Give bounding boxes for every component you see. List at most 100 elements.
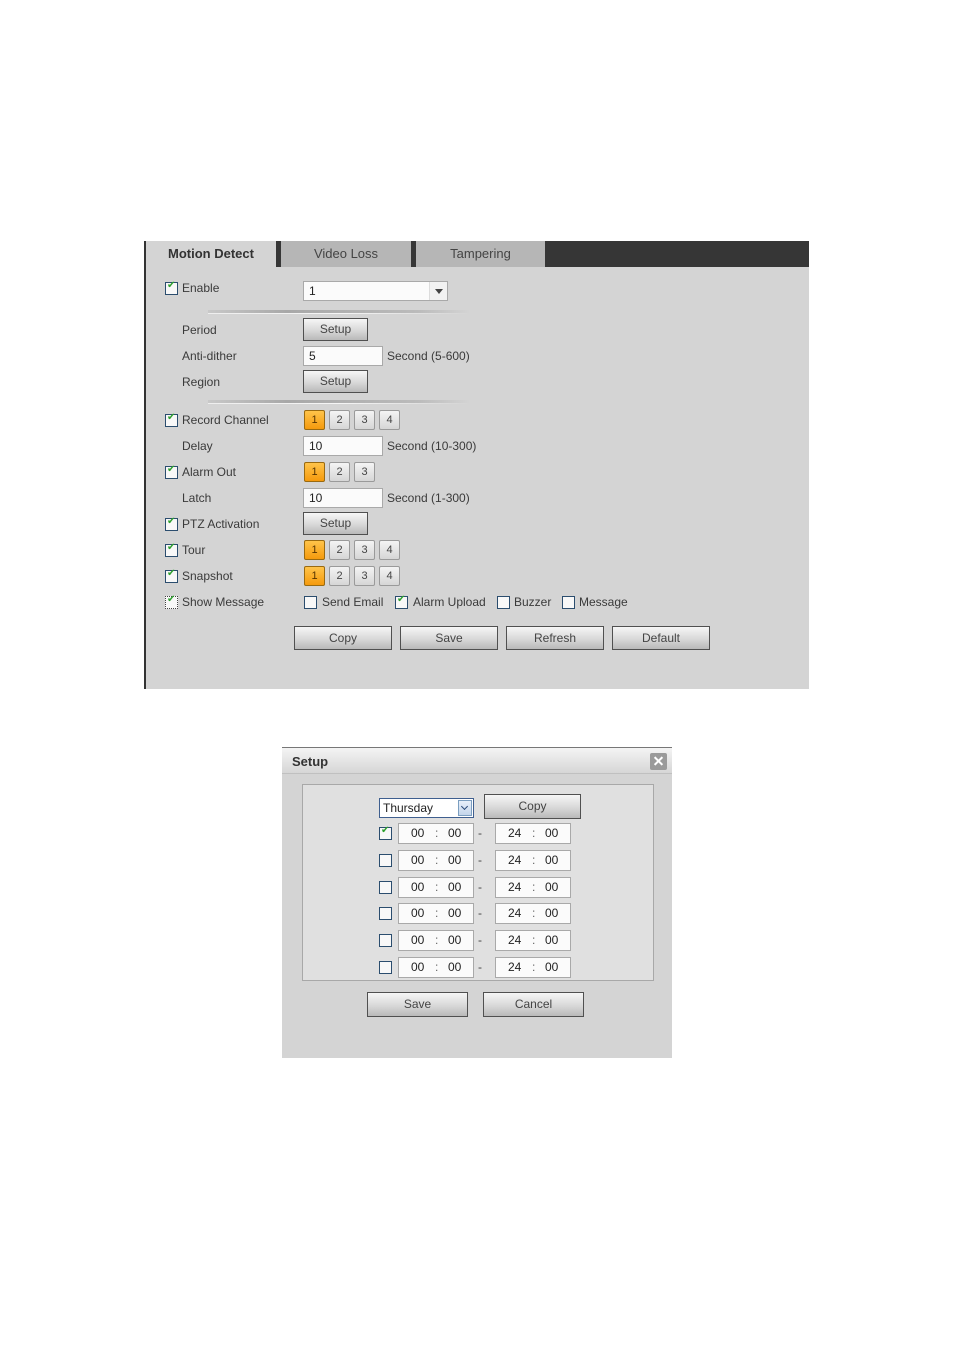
snapshot-2[interactable]: 2 — [329, 566, 350, 586]
snapshot-checkbox[interactable] — [165, 568, 178, 583]
alarm-out-2[interactable]: 2 — [329, 462, 350, 482]
start-minute[interactable]: 00 — [448, 826, 461, 840]
period-label: Period — [182, 323, 217, 337]
tour-2[interactable]: 2 — [329, 540, 350, 560]
period-end-time[interactable]: 24:00 — [495, 849, 571, 871]
end-minute[interactable]: 00 — [545, 880, 558, 894]
time-separator: : — [532, 879, 536, 894]
start-hour[interactable]: 00 — [411, 826, 424, 840]
period-end-time[interactable]: 24:00 — [495, 930, 571, 952]
chevron-down-icon — [429, 282, 447, 300]
end-hour[interactable]: 24 — [508, 933, 521, 947]
start-hour[interactable]: 00 — [411, 933, 424, 947]
range-dash: - — [478, 933, 482, 948]
time-separator: : — [435, 906, 439, 921]
dialog-save-button[interactable]: Save — [367, 992, 468, 1017]
period-setup-button[interactable]: Setup — [303, 318, 368, 341]
period-start-time[interactable]: 00:00 — [398, 957, 474, 978]
period-end-time[interactable]: 24:00 — [495, 876, 571, 898]
end-hour[interactable]: 24 — [508, 880, 521, 894]
send-email-checkbox[interactable] — [304, 596, 317, 609]
end-hour[interactable]: 24 — [508, 960, 521, 974]
period-enable-checkbox[interactable] — [379, 961, 392, 974]
period-enable-checkbox[interactable] — [379, 853, 392, 867]
record-channel-4[interactable]: 4 — [379, 410, 400, 430]
period-enable-checkbox[interactable] — [379, 907, 392, 921]
start-hour[interactable]: 00 — [411, 960, 424, 974]
period-start-time[interactable]: 00:00 — [398, 903, 474, 925]
period-enable-checkbox[interactable] — [379, 934, 392, 948]
period-enable-checkbox[interactable] — [379, 880, 392, 894]
tab-video-loss[interactable]: Video Loss — [281, 241, 411, 267]
snapshot-4[interactable]: 4 — [379, 566, 400, 586]
start-minute[interactable]: 00 — [448, 880, 461, 894]
tour-1[interactable]: 1 — [304, 540, 325, 560]
period-start-time[interactable]: 00:00 — [398, 930, 474, 952]
refresh-button[interactable]: Refresh — [506, 626, 604, 650]
period-end-time[interactable]: 24:00 — [495, 823, 571, 844]
tour-3[interactable]: 3 — [354, 540, 375, 560]
end-hour[interactable]: 24 — [508, 906, 521, 920]
snapshot-1[interactable]: 1 — [304, 566, 325, 586]
alarm-upload-label: Alarm Upload — [413, 595, 486, 609]
start-hour[interactable]: 00 — [411, 880, 424, 894]
show-message-checkbox[interactable] — [165, 594, 178, 609]
record-channel-2[interactable]: 2 — [329, 410, 350, 430]
alarm-upload-checkbox[interactable] — [395, 594, 408, 609]
start-hour[interactable]: 00 — [411, 906, 424, 920]
alarm-out-3[interactable]: 3 — [354, 462, 375, 482]
default-button[interactable]: Default — [612, 626, 710, 650]
dialog-title: Setup — [292, 754, 329, 769]
channel-select-value: 1 — [309, 284, 316, 298]
dialog-cancel-button[interactable]: Cancel — [483, 992, 584, 1017]
dialog-copy-button[interactable]: Copy — [484, 794, 581, 819]
message-checkbox[interactable] — [562, 596, 575, 609]
range-dash: - — [478, 826, 482, 840]
tab-tampering[interactable]: Tampering — [416, 241, 545, 267]
record-channel-1[interactable]: 1 — [304, 410, 325, 430]
enable-checkbox[interactable] — [165, 280, 178, 295]
end-minute[interactable]: 00 — [545, 933, 558, 947]
save-button[interactable]: Save — [400, 626, 498, 650]
time-separator: : — [532, 826, 536, 840]
end-hour[interactable]: 24 — [508, 853, 521, 867]
end-minute[interactable]: 00 — [545, 853, 558, 867]
delay-input[interactable]: 10 — [303, 436, 383, 456]
end-hour[interactable]: 24 — [508, 826, 521, 840]
record-channel-checkbox[interactable] — [165, 412, 178, 427]
latch-input[interactable]: 10 — [303, 488, 383, 508]
tab-motion-detect[interactable]: Motion Detect — [146, 241, 276, 267]
period-enable-checkbox[interactable] — [379, 825, 392, 840]
start-minute[interactable]: 00 — [448, 853, 461, 867]
end-minute[interactable]: 00 — [545, 826, 558, 840]
start-minute[interactable]: 00 — [448, 960, 461, 974]
period-end-time[interactable]: 24:00 — [495, 957, 571, 978]
end-minute[interactable]: 00 — [545, 960, 558, 974]
tour-checkbox[interactable] — [165, 542, 178, 557]
channel-select[interactable]: 1 — [303, 281, 448, 301]
start-minute[interactable]: 00 — [448, 933, 461, 947]
buzzer-checkbox[interactable] — [497, 596, 510, 609]
start-minute[interactable]: 00 — [448, 906, 461, 920]
ptz-activation-label: PTZ Activation — [182, 517, 260, 531]
ptz-setup-button[interactable]: Setup — [303, 512, 368, 535]
region-setup-button[interactable]: Setup — [303, 370, 368, 393]
period-start-time[interactable]: 00:00 — [398, 823, 474, 844]
day-select[interactable]: Thursday — [379, 798, 474, 818]
start-hour[interactable]: 00 — [411, 853, 424, 867]
anti-dither-input[interactable]: 5 — [303, 346, 383, 366]
snapshot-3[interactable]: 3 — [354, 566, 375, 586]
period-start-time[interactable]: 00:00 — [398, 876, 474, 898]
period-schedule-box: Thursday Copy 00:00-24:0000:00-24:0000:0… — [302, 784, 654, 981]
end-minute[interactable]: 00 — [545, 906, 558, 920]
ptz-activation-checkbox[interactable] — [165, 516, 178, 531]
period-end-time[interactable]: 24:00 — [495, 903, 571, 925]
record-channel-3[interactable]: 3 — [354, 410, 375, 430]
alarm-out-1[interactable]: 1 — [304, 462, 325, 482]
close-icon[interactable] — [650, 753, 667, 770]
period-start-time[interactable]: 00:00 — [398, 849, 474, 871]
time-separator: : — [435, 826, 439, 840]
alarm-out-checkbox[interactable] — [165, 464, 178, 479]
tour-4[interactable]: 4 — [379, 540, 400, 560]
copy-button[interactable]: Copy — [294, 626, 392, 650]
